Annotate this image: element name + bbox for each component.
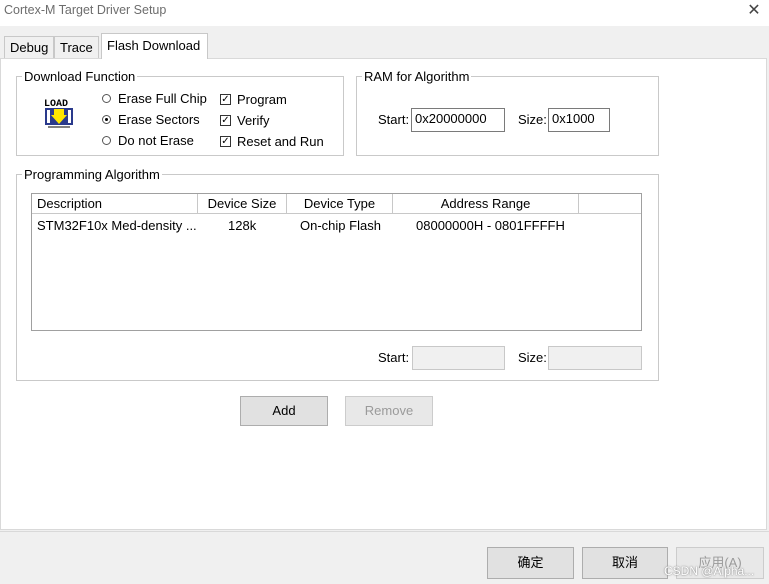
ok-button[interactable]: 确定 — [487, 547, 574, 579]
algorithm-list[interactable]: Description Device Size Device Type Addr… — [31, 193, 642, 331]
tab-flash-download[interactable]: Flash Download — [101, 33, 208, 59]
add-button[interactable]: Add — [240, 396, 328, 426]
close-icon[interactable]: ✕ — [744, 1, 764, 21]
radio-erase-sectors[interactable] — [102, 115, 111, 124]
ram-start-input[interactable]: 0x20000000 — [411, 108, 505, 132]
cell-address-range: 08000000H - 0801FFFFH — [416, 218, 565, 233]
algo-start-label: Start: — [378, 350, 410, 365]
table-row[interactable]: STM32F10x Med-density ... 128k On-chip F… — [32, 215, 641, 237]
tab-debug[interactable]: Debug — [4, 36, 54, 58]
footer-divider — [0, 531, 769, 532]
ram-size-label: Size: — [518, 112, 547, 127]
checkbox-label-verify: Verify — [237, 113, 270, 128]
checkbox-verify[interactable]: ✓ — [220, 115, 231, 126]
algo-start-input[interactable] — [412, 346, 505, 370]
watermark: CSDN @Alpha... — [664, 564, 755, 578]
cell-device-size: 128k — [228, 218, 257, 233]
ram-size-input[interactable]: 0x1000 — [548, 108, 610, 132]
column-header-device-type[interactable]: Device Type — [287, 194, 393, 214]
download-function-title: Download Function — [22, 69, 138, 84]
radio-label-erase-full-chip: Erase Full Chip — [118, 91, 207, 106]
cell-device-type: On-chip Flash — [300, 218, 381, 233]
checkbox-program[interactable]: ✓ — [220, 94, 231, 105]
column-header-description[interactable]: Description — [32, 194, 198, 214]
algo-size-input[interactable] — [548, 346, 642, 370]
column-header-device-size[interactable]: Device Size — [198, 194, 287, 214]
cancel-button[interactable]: 取消 — [582, 547, 668, 579]
checkbox-label-reset-and-run: Reset and Run — [237, 134, 324, 149]
window-title: Cortex-M Target Driver Setup — [4, 3, 167, 17]
column-header-empty — [579, 194, 641, 214]
checkbox-reset-and-run[interactable]: ✓ — [220, 136, 231, 147]
load-icon: LOAD — [42, 95, 76, 129]
ram-group-title: RAM for Algorithm — [362, 69, 472, 84]
radio-erase-full-chip[interactable] — [102, 94, 111, 103]
radio-do-not-erase[interactable] — [102, 136, 111, 145]
checkbox-label-program: Program — [237, 92, 287, 107]
algo-size-label: Size: — [518, 350, 547, 365]
radio-label-erase-sectors: Erase Sectors — [118, 112, 200, 127]
ram-start-label: Start: — [378, 112, 410, 127]
programming-algorithm-title: Programming Algorithm — [22, 167, 162, 182]
radio-label-do-not-erase: Do not Erase — [118, 133, 194, 148]
cell-description: STM32F10x Med-density ... — [37, 218, 197, 233]
remove-button[interactable]: Remove — [345, 396, 433, 426]
column-header-address-range[interactable]: Address Range — [393, 194, 579, 214]
tab-trace[interactable]: Trace — [54, 36, 99, 58]
